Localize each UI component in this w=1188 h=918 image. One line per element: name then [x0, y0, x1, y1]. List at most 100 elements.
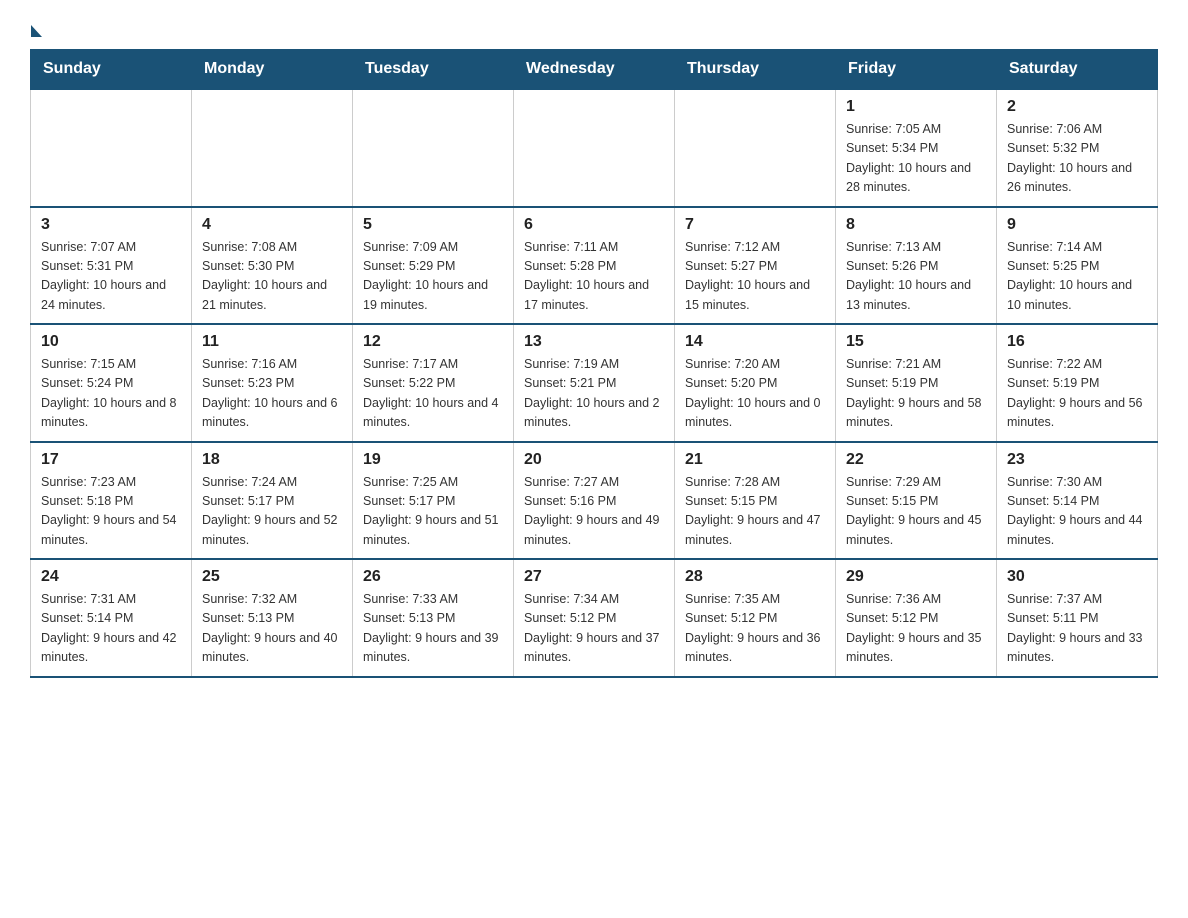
day-number: 13 [524, 333, 664, 351]
day-info: Sunrise: 7:19 AMSunset: 5:21 PMDaylight:… [524, 355, 664, 433]
week-row-1: 1 Sunrise: 7:05 AMSunset: 5:34 PMDaylight… [31, 89, 1158, 207]
day-info: Sunrise: 7:11 AMSunset: 5:28 PMDaylight:… [524, 238, 664, 316]
day-info: Sunrise: 7:31 AMSunset: 5:14 PMDaylight:… [41, 590, 181, 668]
day-info: Sunrise: 7:14 AMSunset: 5:25 PMDaylight:… [1007, 238, 1147, 316]
day-info: Sunrise: 7:24 AMSunset: 5:17 PMDaylight:… [202, 473, 342, 551]
day-number: 9 [1007, 216, 1147, 234]
calendar-cell-w4-d6: 22 Sunrise: 7:29 AMSunset: 5:15 PMDayligh… [836, 442, 997, 560]
page-header [30, 20, 1158, 39]
day-number: 18 [202, 451, 342, 469]
calendar-cell-w1-d4 [514, 89, 675, 207]
day-info: Sunrise: 7:37 AMSunset: 5:11 PMDaylight:… [1007, 590, 1147, 668]
calendar-cell-w1-d1 [31, 89, 192, 207]
header-wednesday: Wednesday [514, 50, 675, 90]
calendar-cell-w4-d5: 21 Sunrise: 7:28 AMSunset: 5:15 PMDayligh… [675, 442, 836, 560]
day-info: Sunrise: 7:28 AMSunset: 5:15 PMDaylight:… [685, 473, 825, 551]
week-row-4: 17Sunrise: 7:23 AMSunset: 5:18 PMDayligh… [31, 442, 1158, 560]
calendar-cell-w5-d4: 27 Sunrise: 7:34 AMSunset: 5:12 PMDayligh… [514, 559, 675, 677]
week-row-2: 3 Sunrise: 7:07 AMSunset: 5:31 PMDaylight… [31, 207, 1158, 325]
day-number: 17 [41, 451, 181, 469]
day-number: 16 [1007, 333, 1147, 351]
weekday-header-row: SundayMondayTuesdayWednesdayThursdayFrid… [31, 50, 1158, 90]
calendar-cell-w5-d5: 28 Sunrise: 7:35 AMSunset: 5:12 PMDayligh… [675, 559, 836, 677]
day-info: Sunrise: 7:27 AMSunset: 5:16 PMDaylight:… [524, 473, 664, 551]
day-number: 6 [524, 216, 664, 234]
calendar-cell-w1-d2 [192, 89, 353, 207]
calendar-cell-w2-d1: 3 Sunrise: 7:07 AMSunset: 5:31 PMDaylight… [31, 207, 192, 325]
day-info: Sunrise: 7:09 AMSunset: 5:29 PMDaylight:… [363, 238, 503, 316]
header-monday: Monday [192, 50, 353, 90]
day-info: Sunrise: 7:12 AMSunset: 5:27 PMDaylight:… [685, 238, 825, 316]
week-row-3: 10 Sunrise: 7:15 AMSunset: 5:24 PMDayligh… [31, 324, 1158, 442]
day-info: Sunrise: 7:29 AMSunset: 5:15 PMDaylight:… [846, 473, 986, 551]
day-info: Sunrise: 7:35 AMSunset: 5:12 PMDaylight:… [685, 590, 825, 668]
day-info: Sunrise: 7:16 AMSunset: 5:23 PMDaylight:… [202, 355, 342, 433]
day-number: 11 [202, 333, 342, 351]
day-info: Sunrise: 7:25 AMSunset: 5:17 PMDaylight:… [363, 473, 503, 551]
calendar-cell-w4-d4: 20Sunrise: 7:27 AMSunset: 5:16 PMDayligh… [514, 442, 675, 560]
day-number: 3 [41, 216, 181, 234]
day-info: Sunrise: 7:06 AMSunset: 5:32 PMDaylight:… [1007, 120, 1147, 198]
day-number: 29 [846, 568, 986, 586]
day-number: 25 [202, 568, 342, 586]
day-info: Sunrise: 7:07 AMSunset: 5:31 PMDaylight:… [41, 238, 181, 316]
day-info: Sunrise: 7:30 AMSunset: 5:14 PMDaylight:… [1007, 473, 1147, 551]
calendar-cell-w5-d6: 29 Sunrise: 7:36 AMSunset: 5:12 PMDayligh… [836, 559, 997, 677]
day-info: Sunrise: 7:22 AMSunset: 5:19 PMDaylight:… [1007, 355, 1147, 433]
calendar-cell-w3-d3: 12 Sunrise: 7:17 AMSunset: 5:22 PMDayligh… [353, 324, 514, 442]
calendar-cell-w2-d7: 9 Sunrise: 7:14 AMSunset: 5:25 PMDaylight… [997, 207, 1158, 325]
day-number: 23 [1007, 451, 1147, 469]
day-number: 2 [1007, 98, 1147, 116]
calendar-cell-w3-d1: 10 Sunrise: 7:15 AMSunset: 5:24 PMDayligh… [31, 324, 192, 442]
day-number: 8 [846, 216, 986, 234]
calendar-cell-w4-d7: 23 Sunrise: 7:30 AMSunset: 5:14 PMDayligh… [997, 442, 1158, 560]
calendar-cell-w3-d7: 16 Sunrise: 7:22 AMSunset: 5:19 PMDayligh… [997, 324, 1158, 442]
calendar-cell-w4-d2: 18 Sunrise: 7:24 AMSunset: 5:17 PMDayligh… [192, 442, 353, 560]
day-number: 12 [363, 333, 503, 351]
day-number: 15 [846, 333, 986, 351]
calendar-cell-w4-d1: 17Sunrise: 7:23 AMSunset: 5:18 PMDayligh… [31, 442, 192, 560]
calendar-cell-w5-d3: 26 Sunrise: 7:33 AMSunset: 5:13 PMDayligh… [353, 559, 514, 677]
day-number: 5 [363, 216, 503, 234]
day-number: 24 [41, 568, 181, 586]
day-info: Sunrise: 7:05 AMSunset: 5:34 PMDaylight:… [846, 120, 986, 198]
day-info: Sunrise: 7:36 AMSunset: 5:12 PMDaylight:… [846, 590, 986, 668]
day-info: Sunrise: 7:21 AMSunset: 5:19 PMDaylight:… [846, 355, 986, 433]
calendar-cell-w4-d3: 19 Sunrise: 7:25 AMSunset: 5:17 PMDayligh… [353, 442, 514, 560]
day-number: 1 [846, 98, 986, 116]
day-info: Sunrise: 7:17 AMSunset: 5:22 PMDaylight:… [363, 355, 503, 433]
calendar-cell-w5-d7: 30 Sunrise: 7:37 AMSunset: 5:11 PMDayligh… [997, 559, 1158, 677]
calendar-cell-w3-d6: 15 Sunrise: 7:21 AMSunset: 5:19 PMDayligh… [836, 324, 997, 442]
header-saturday: Saturday [997, 50, 1158, 90]
calendar-cell-w3-d2: 11 Sunrise: 7:16 AMSunset: 5:23 PMDayligh… [192, 324, 353, 442]
header-friday: Friday [836, 50, 997, 90]
calendar-cell-w2-d5: 7 Sunrise: 7:12 AMSunset: 5:27 PMDaylight… [675, 207, 836, 325]
calendar-cell-w2-d6: 8 Sunrise: 7:13 AMSunset: 5:26 PMDaylight… [836, 207, 997, 325]
day-number: 30 [1007, 568, 1147, 586]
day-number: 26 [363, 568, 503, 586]
day-number: 19 [363, 451, 503, 469]
day-info: Sunrise: 7:20 AMSunset: 5:20 PMDaylight:… [685, 355, 825, 433]
header-tuesday: Tuesday [353, 50, 514, 90]
day-info: Sunrise: 7:08 AMSunset: 5:30 PMDaylight:… [202, 238, 342, 316]
calendar-cell-w1-d3 [353, 89, 514, 207]
calendar-table: SundayMondayTuesdayWednesdayThursdayFrid… [30, 49, 1158, 678]
day-info: Sunrise: 7:13 AMSunset: 5:26 PMDaylight:… [846, 238, 986, 316]
day-number: 27 [524, 568, 664, 586]
day-number: 10 [41, 333, 181, 351]
logo-chevron-icon [31, 25, 42, 37]
day-number: 14 [685, 333, 825, 351]
day-number: 4 [202, 216, 342, 234]
day-info: Sunrise: 7:33 AMSunset: 5:13 PMDaylight:… [363, 590, 503, 668]
day-info: Sunrise: 7:15 AMSunset: 5:24 PMDaylight:… [41, 355, 181, 433]
header-sunday: Sunday [31, 50, 192, 90]
calendar-cell-w3-d4: 13 Sunrise: 7:19 AMSunset: 5:21 PMDayligh… [514, 324, 675, 442]
day-number: 7 [685, 216, 825, 234]
calendar-cell-w1-d5 [675, 89, 836, 207]
day-number: 21 [685, 451, 825, 469]
calendar-cell-w2-d4: 6 Sunrise: 7:11 AMSunset: 5:28 PMDaylight… [514, 207, 675, 325]
day-number: 28 [685, 568, 825, 586]
header-thursday: Thursday [675, 50, 836, 90]
day-number: 22 [846, 451, 986, 469]
day-info: Sunrise: 7:34 AMSunset: 5:12 PMDaylight:… [524, 590, 664, 668]
